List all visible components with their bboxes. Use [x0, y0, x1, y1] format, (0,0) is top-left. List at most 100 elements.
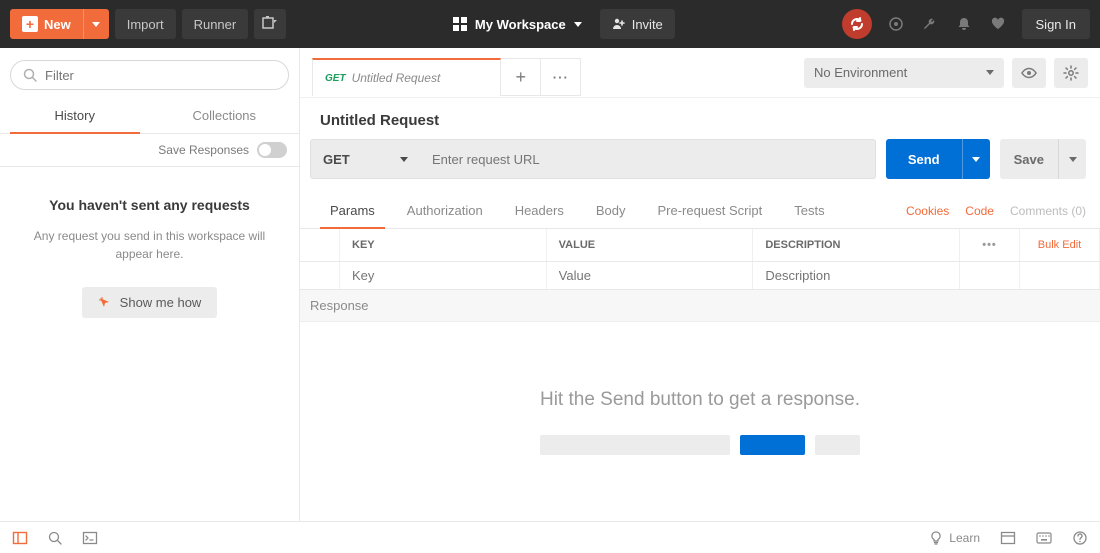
param-desc-input[interactable] — [765, 268, 947, 283]
comments-link[interactable]: Comments (0) — [1010, 204, 1086, 218]
chevron-down-icon — [574, 22, 582, 27]
invite-label: Invite — [632, 17, 663, 32]
environment-settings[interactable] — [1054, 58, 1088, 88]
two-pane-button[interactable] — [1000, 530, 1016, 546]
sync-button[interactable] — [842, 9, 872, 39]
environment-selector[interactable]: No Environment — [804, 58, 1004, 88]
param-value-input[interactable] — [559, 268, 741, 283]
method-label: GET — [323, 152, 350, 167]
bulk-edit-link[interactable]: Bulk Edit — [1020, 229, 1100, 261]
window-icon — [262, 16, 278, 32]
tab-collections[interactable]: Collections — [150, 98, 300, 133]
sync-icon — [849, 16, 865, 32]
signin-button[interactable]: Sign In — [1022, 9, 1090, 39]
sidebar-filter[interactable] — [10, 60, 289, 90]
learn-label: Learn — [949, 531, 980, 545]
params-table: KEY VALUE DESCRIPTION ••• Bulk Edit — [300, 229, 1100, 290]
settings-button[interactable] — [920, 14, 940, 34]
cookies-link[interactable]: Cookies — [906, 204, 949, 218]
columns-options[interactable]: ••• — [960, 229, 1020, 261]
gear-icon — [1063, 65, 1079, 81]
tab-body[interactable]: Body — [580, 193, 642, 228]
request-panel: GET Untitled Request + ··· No Environmen… — [300, 48, 1100, 521]
request-tab-method: GET — [325, 73, 346, 84]
tab-options-button[interactable]: ··· — [541, 58, 581, 96]
filter-input[interactable] — [45, 68, 276, 83]
toggle-sidebar-button[interactable] — [12, 530, 28, 546]
environment-quick-look[interactable] — [1012, 58, 1046, 88]
tab-history[interactable]: History — [0, 98, 150, 133]
import-button[interactable]: Import — [115, 9, 176, 39]
search-icon — [23, 68, 37, 82]
learn-button[interactable]: Learn — [929, 531, 980, 545]
url-input[interactable] — [420, 139, 876, 179]
workspace-label: My Workspace — [475, 17, 566, 32]
response-section-label: Response — [300, 290, 1100, 322]
param-key-input[interactable] — [352, 268, 534, 283]
runner-button[interactable]: Runner — [182, 9, 249, 39]
col-key: KEY — [340, 229, 547, 261]
sidebar-empty-title: You haven't sent any requests — [49, 197, 250, 213]
sidebar-icon — [12, 530, 28, 546]
chevron-down-icon — [400, 157, 408, 162]
keyboard-icon — [1036, 532, 1052, 544]
bell-icon — [956, 16, 972, 32]
request-tab[interactable]: GET Untitled Request — [312, 58, 501, 96]
tab-authorization[interactable]: Authorization — [391, 193, 499, 228]
tab-params[interactable]: Params — [314, 193, 391, 228]
plus-icon: + — [22, 16, 38, 32]
keyboard-shortcuts-button[interactable] — [1036, 532, 1052, 544]
heart-icon — [990, 16, 1006, 32]
bulb-icon — [929, 531, 943, 545]
sidebar: History Collections Save Responses You h… — [0, 48, 300, 521]
method-selector[interactable]: GET — [310, 139, 420, 179]
chevron-down-icon — [986, 70, 994, 75]
request-title: Untitled Request — [300, 98, 1100, 139]
new-window-button[interactable] — [254, 9, 286, 39]
console-icon — [82, 530, 98, 546]
workspace-selector[interactable]: My Workspace — [453, 17, 582, 32]
send-button[interactable]: Send — [886, 139, 990, 179]
response-hint: Hit the Send button to get a response. — [540, 389, 860, 411]
save-button[interactable]: Save — [1000, 139, 1086, 179]
show-me-how-button[interactable]: Show me how — [82, 287, 218, 318]
save-responses-toggle[interactable] — [257, 142, 287, 158]
satellite-icon — [888, 16, 904, 32]
response-placeholder-graphic — [540, 435, 860, 455]
show-me-label: Show me how — [120, 295, 202, 310]
help-button[interactable] — [1072, 530, 1088, 546]
table-row — [300, 262, 1100, 290]
cursor-icon — [98, 296, 112, 310]
tab-headers[interactable]: Headers — [499, 193, 580, 228]
new-button-dropdown[interactable] — [83, 9, 109, 39]
workspace-icon — [453, 17, 467, 31]
col-description: DESCRIPTION — [753, 229, 960, 261]
add-tab-button[interactable]: + — [501, 58, 541, 96]
col-value: VALUE — [547, 229, 754, 261]
capture-button[interactable] — [886, 14, 906, 34]
layout-icon — [1000, 530, 1016, 546]
save-dropdown[interactable] — [1058, 139, 1086, 179]
environment-label: No Environment — [814, 65, 907, 80]
heart-button[interactable] — [988, 14, 1008, 34]
save-responses-label: Save Responses — [158, 143, 249, 157]
eye-icon — [1021, 65, 1037, 81]
new-button-label: New — [44, 17, 71, 32]
tab-prerequest[interactable]: Pre-request Script — [641, 193, 778, 228]
statusbar: Learn — [0, 521, 1100, 553]
help-icon — [1072, 530, 1088, 546]
tab-tests[interactable]: Tests — [778, 193, 840, 228]
request-tab-title: Untitled Request — [352, 71, 441, 85]
console-button[interactable] — [82, 530, 98, 546]
code-link[interactable]: Code — [965, 204, 994, 218]
wrench-icon — [922, 16, 938, 32]
send-dropdown[interactable] — [962, 139, 990, 179]
new-button[interactable]: + New — [10, 9, 109, 39]
search-icon — [48, 531, 62, 545]
find-button[interactable] — [48, 531, 62, 545]
invite-icon — [612, 17, 626, 31]
notifications-button[interactable] — [954, 14, 974, 34]
sidebar-empty-text: Any request you send in this workspace w… — [20, 227, 279, 263]
topbar: + New Import Runner My Workspace Invite — [0, 0, 1100, 48]
invite-button[interactable]: Invite — [600, 9, 675, 39]
